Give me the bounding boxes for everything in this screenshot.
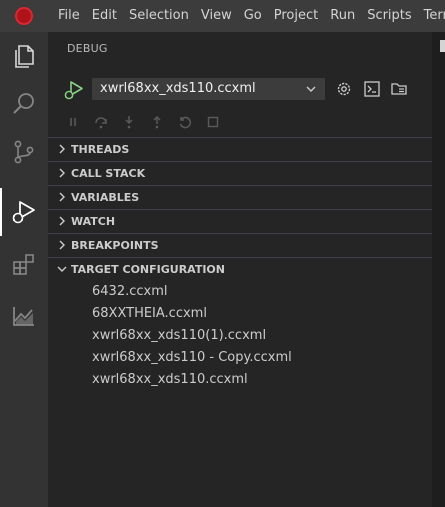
chevron-right-icon xyxy=(59,192,65,202)
restart-icon xyxy=(179,116,192,129)
open-folder-button[interactable] xyxy=(389,79,409,99)
console-icon xyxy=(364,81,380,97)
activity-bar xyxy=(0,32,48,507)
step-out-button[interactable] xyxy=(149,112,165,132)
play-debug-icon xyxy=(64,81,83,100)
debug-config-select[interactable]: xwrl68xx_xds110.ccxml xyxy=(92,78,325,100)
chart-view-button[interactable] xyxy=(0,292,48,340)
menu-selection[interactable]: Selection xyxy=(123,0,195,32)
menu-file[interactable]: File xyxy=(52,0,86,32)
open-settings-button[interactable] xyxy=(334,79,354,99)
menu-view[interactable]: View xyxy=(195,0,238,32)
section-label: BREAKPOINTS xyxy=(71,239,159,252)
section-label: WATCH xyxy=(71,215,116,228)
menu-run[interactable]: Run xyxy=(324,0,361,32)
folder-icon xyxy=(391,83,407,95)
step-over-button[interactable] xyxy=(93,112,109,132)
section-label: VARIABLES xyxy=(71,191,140,204)
menubar: File Edit Selection View Go Project Run … xyxy=(0,0,445,32)
run-debug-button[interactable] xyxy=(0,188,48,236)
chevron-right-icon xyxy=(59,240,65,250)
run-debug-icon xyxy=(12,201,35,224)
target-config-item[interactable]: xwrl68xx_xds110 - Copy.ccxml xyxy=(92,347,292,369)
menu-terminal[interactable]: Term xyxy=(418,0,445,32)
editor-area xyxy=(432,32,445,507)
app-logo-icon xyxy=(15,7,33,25)
editor-tab-fragment xyxy=(440,40,445,52)
target-config-item[interactable]: 6432.ccxml xyxy=(92,281,167,303)
chevron-down-icon xyxy=(57,266,67,272)
menu-edit[interactable]: Edit xyxy=(86,0,123,32)
chevron-down-icon xyxy=(306,86,316,92)
section-label: THREADS xyxy=(71,143,130,156)
step-into-icon xyxy=(125,116,133,129)
target-config-item[interactable]: 68XXTHEIA.ccxml xyxy=(92,303,207,325)
section-target-configuration[interactable]: TARGET CONFIGURATION xyxy=(48,257,432,280)
chart-icon xyxy=(13,307,34,326)
extensions-button[interactable] xyxy=(0,240,48,288)
stop-icon xyxy=(207,116,219,128)
explorer-button[interactable] xyxy=(0,32,48,80)
files-icon xyxy=(15,45,34,68)
search-icon xyxy=(13,93,34,114)
pause-icon xyxy=(70,118,76,126)
source-control-icon xyxy=(14,140,34,164)
chevron-right-icon xyxy=(59,216,65,226)
menu-scripts[interactable]: Scripts xyxy=(361,0,417,32)
section-label: CALL STACK xyxy=(71,167,146,180)
section-label: TARGET CONFIGURATION xyxy=(71,263,225,276)
section-threads[interactable]: THREADS xyxy=(48,137,432,160)
target-config-item[interactable]: xwrl68xx_xds110.ccxml xyxy=(92,369,248,391)
source-control-button[interactable] xyxy=(0,128,48,176)
debug-sidebar: DEBUG xwrl68xx_xds110.ccxml THREADS CALL… xyxy=(48,32,432,507)
pause-button[interactable] xyxy=(65,112,81,132)
gear-icon xyxy=(337,82,351,96)
debug-config-value: xwrl68xx_xds110.ccxml xyxy=(100,81,256,96)
debug-console-button[interactable] xyxy=(362,79,382,99)
section-watch[interactable]: WATCH xyxy=(48,209,432,232)
chevron-right-icon xyxy=(59,168,65,178)
restart-button[interactable] xyxy=(177,112,193,132)
section-breakpoints[interactable]: BREAKPOINTS xyxy=(48,233,432,256)
section-call-stack[interactable]: CALL STACK xyxy=(48,161,432,184)
sidebar-title: DEBUG xyxy=(67,42,108,55)
chevron-right-icon xyxy=(59,144,65,154)
menu-project[interactable]: Project xyxy=(268,0,324,32)
stop-button[interactable] xyxy=(205,112,221,132)
extensions-icon xyxy=(13,254,34,275)
menu-go[interactable]: Go xyxy=(238,0,268,32)
step-out-icon xyxy=(153,115,161,129)
step-over-icon xyxy=(95,117,107,129)
start-debugging-button[interactable] xyxy=(62,78,86,102)
search-button[interactable] xyxy=(0,80,48,128)
step-into-button[interactable] xyxy=(121,112,137,132)
section-variables[interactable]: VARIABLES xyxy=(48,185,432,208)
target-config-item[interactable]: xwrl68xx_xds110(1).ccxml xyxy=(92,325,266,347)
